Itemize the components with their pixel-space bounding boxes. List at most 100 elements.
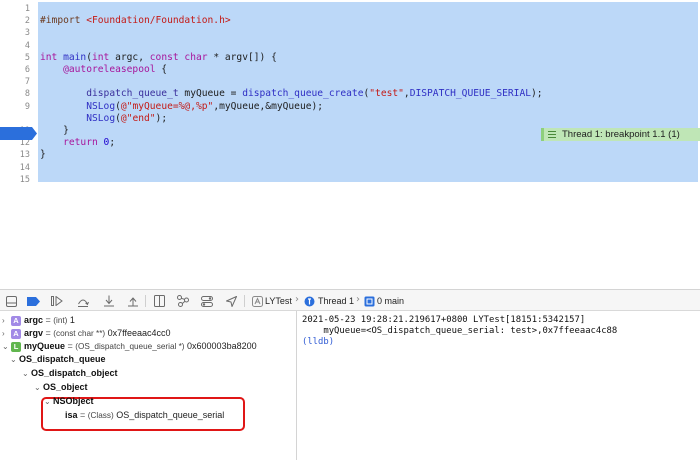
- breakpoint-marker[interactable]: [0, 127, 38, 140]
- chevron-right-icon: ›: [295, 294, 299, 305]
- line-number[interactable]: 14: [0, 162, 30, 174]
- code-line: return 0;: [40, 137, 115, 149]
- variable-name: OS_object: [43, 382, 88, 392]
- variable-row[interactable]: › Aargv = (const char **) 0x7ffeeaac4cc0: [2, 327, 171, 340]
- code-token: dispatch_queue_t: [86, 88, 179, 100]
- line-number[interactable]: 9: [0, 101, 30, 113]
- code-token: main: [63, 51, 87, 63]
- line-number[interactable]: 4: [0, 40, 30, 52]
- step-into-icon[interactable]: [102, 294, 116, 308]
- variable-row[interactable]: › Aargc = (int) 1: [2, 314, 75, 327]
- variable-row[interactable]: ⌄ OS_dispatch_queue: [10, 353, 106, 366]
- code-token: char: [184, 51, 214, 63]
- line-number[interactable]: 10: [0, 113, 30, 125]
- code-token: int: [40, 51, 64, 63]
- variable-name: argc: [24, 315, 44, 325]
- breadcrumb-app[interactable]: LYTest: [265, 295, 292, 307]
- argument-icon: A: [11, 329, 21, 339]
- variable-row[interactable]: ⌄ NSObject: [44, 395, 94, 408]
- line-number[interactable]: 13: [0, 149, 30, 161]
- memory-graph-icon[interactable]: [176, 294, 190, 308]
- variable-name: OS_dispatch_queue: [19, 354, 106, 364]
- hide-debug-area-icon[interactable]: [4, 294, 18, 308]
- code-token: myQueue =: [178, 88, 243, 100]
- hamburger-icon: [548, 131, 556, 138]
- code-line: int main(int argc, const char * argv[]) …: [40, 52, 277, 64]
- thread-icon: [302, 294, 316, 308]
- variable-name: argv: [24, 328, 44, 338]
- code-area[interactable]: #import <Foundation/Foundation.h> int mai…: [38, 0, 700, 289]
- local-variable-icon: L: [11, 342, 21, 352]
- variable-name: myQueue: [24, 341, 66, 351]
- code-token: int: [92, 51, 116, 63]
- variable-type: (OS_dispatch_queue_serial *): [75, 342, 185, 351]
- view-hierarchy-icon[interactable]: [152, 294, 166, 308]
- line-number[interactable]: 6: [0, 64, 30, 76]
- breakpoints-toggle-icon[interactable]: [26, 294, 40, 308]
- variable-row[interactable]: ⌄ OS_dispatch_object: [22, 367, 118, 380]
- toolbar-separator: [244, 295, 245, 307]
- code-token: const: [149, 51, 185, 63]
- argument-icon: A: [11, 316, 21, 326]
- source-editor[interactable]: 123456789101112131415 #import <Foundatio…: [0, 0, 700, 289]
- code-token: return: [63, 137, 104, 149]
- code-token: );: [531, 88, 543, 100]
- code-line: @autoreleasepool {: [40, 64, 167, 76]
- code-line: NSLog(@"end");: [40, 113, 167, 125]
- stack-frame-icon: [362, 294, 376, 308]
- line-number[interactable]: 1: [0, 3, 30, 15]
- chevron-down-icon[interactable]: ⌄: [22, 367, 31, 380]
- code-line: dispatch_queue_t myQueue = dispatch_queu…: [40, 88, 543, 100]
- line-number[interactable]: 8: [0, 88, 30, 100]
- code-token: "test": [369, 88, 404, 100]
- simulate-location-icon[interactable]: [224, 294, 238, 308]
- environment-overrides-icon[interactable]: [200, 294, 214, 308]
- code-token: }: [40, 125, 69, 136]
- code-token: );: [155, 112, 168, 124]
- variable-name: NSObject: [53, 396, 94, 406]
- chevron-right-icon[interactable]: ›: [2, 314, 11, 327]
- continue-icon[interactable]: [50, 294, 64, 308]
- code-token: NSLog: [86, 100, 116, 112]
- code-token: {: [155, 64, 168, 75]
- variable-row[interactable]: isa = (Class) OS_dispatch_queue_serial: [56, 409, 224, 422]
- variables-view[interactable]: › Aargc = (int) 1 › Aargv = (const char **)…: [0, 311, 297, 460]
- chevron-right-icon: ›: [356, 294, 360, 305]
- variable-type: (const char **): [53, 329, 106, 338]
- code-line: NSLog(@"myQueue=%@,%p",myQueue,&myQueue)…: [40, 101, 323, 113]
- lldb-prompt[interactable]: (lldb): [302, 336, 334, 348]
- line-number[interactable]: 2: [0, 15, 30, 27]
- variable-value: 0x7ffeeaac4cc0: [107, 328, 171, 338]
- code-line: }: [40, 125, 69, 137]
- app-target-icon: [250, 294, 264, 308]
- variable-value: 1: [69, 315, 75, 325]
- line-number[interactable]: 5: [0, 52, 30, 64]
- line-number-gutter[interactable]: 123456789101112131415: [0, 0, 38, 289]
- variable-row[interactable]: ⌄ LmyQueue = (OS_dispatch_queue_serial *)…: [2, 340, 257, 353]
- step-over-icon[interactable]: [76, 294, 90, 308]
- variable-row[interactable]: ⌄ OS_object: [34, 381, 88, 394]
- chevron-right-icon[interactable]: ›: [2, 327, 11, 340]
- breadcrumb-frame[interactable]: 0 main: [377, 295, 404, 307]
- thread-breakpoint-badge[interactable]: Thread 1: breakpoint 1.1 (1): [541, 128, 700, 141]
- code-token: NSLog: [86, 112, 116, 124]
- line-number[interactable]: 3: [0, 27, 30, 39]
- chevron-down-icon[interactable]: ⌄: [2, 340, 11, 353]
- line-number[interactable]: 15: [0, 174, 30, 186]
- chevron-down-icon[interactable]: ⌄: [44, 395, 53, 408]
- variable-value: 0x600003ba8200: [187, 341, 257, 351]
- console-log-line: myQueue=<OS_dispatch_queue_serial: test>…: [302, 326, 618, 336]
- chevron-down-icon[interactable]: ⌄: [10, 353, 19, 366]
- variable-type: (Class): [87, 411, 114, 420]
- code-token: ,myQueue,&myQueue);: [213, 100, 324, 112]
- debug-console[interactable]: 2021-05-23 19:28:21.219617+0800 LYTest[1…: [297, 311, 700, 460]
- step-out-icon[interactable]: [126, 294, 140, 308]
- chevron-down-icon[interactable]: ⌄: [34, 381, 43, 394]
- code-line: #import <Foundation/Foundation.h>: [40, 15, 231, 27]
- breadcrumb-thread[interactable]: Thread 1: [318, 295, 354, 307]
- variable-value: OS_dispatch_queue_serial: [116, 410, 225, 420]
- line-number[interactable]: 7: [0, 76, 30, 88]
- code-token: ;: [109, 137, 116, 149]
